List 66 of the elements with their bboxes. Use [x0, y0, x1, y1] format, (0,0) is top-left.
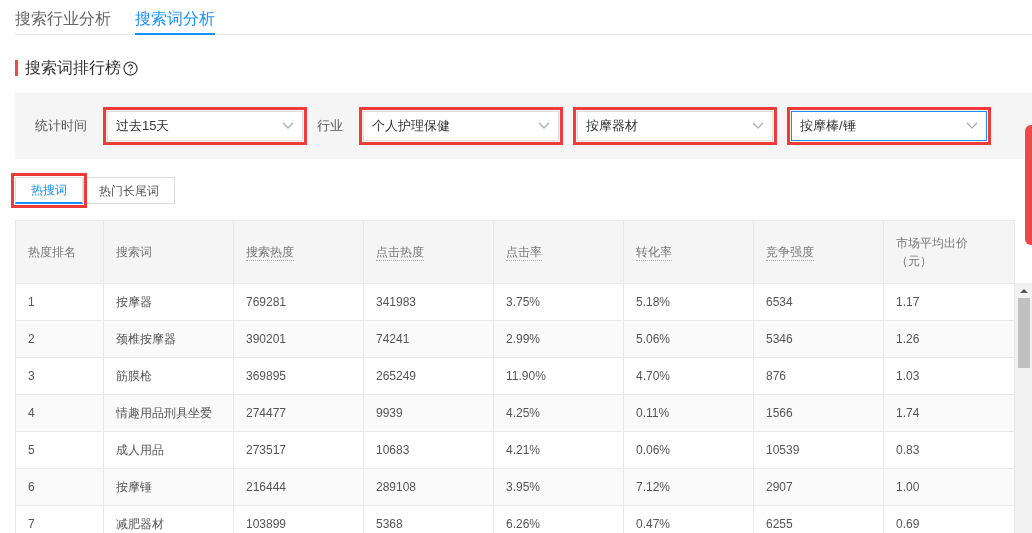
table-cell: 5.06%: [623, 320, 754, 358]
table-cell: 7: [15, 505, 104, 533]
table-cell: 筋膜枪: [103, 357, 234, 395]
table-cell: 1: [15, 283, 104, 321]
column-header: 搜索词: [116, 244, 152, 261]
table-cell: 成人用品: [103, 431, 234, 469]
table-cell: 274477: [233, 394, 364, 432]
table-cell: 6534: [753, 283, 884, 321]
column-header: 市场平均出价（元）: [896, 235, 969, 270]
table-cell: 74241: [363, 320, 494, 358]
table-cell: 按摩器: [103, 283, 234, 321]
table-cell: 1.17: [883, 283, 1015, 321]
column-header: 转化率: [636, 245, 672, 261]
table-cell: 289108: [363, 468, 494, 506]
table-cell: 5: [15, 431, 104, 469]
dropdown-select[interactable]: 过去15天: [107, 111, 303, 141]
table-cell: 1.00: [883, 468, 1015, 506]
table-cell: 2907: [753, 468, 884, 506]
table-cell: 1.03: [883, 357, 1015, 395]
table-cell: 4: [15, 394, 104, 432]
table-cell: 5.18%: [623, 283, 754, 321]
table-cell: 6: [15, 468, 104, 506]
section-title: 搜索词排行榜: [25, 58, 121, 78]
table-cell: 1.26: [883, 320, 1015, 358]
table-cell: 2: [15, 320, 104, 358]
column-header: 热度排名: [28, 244, 76, 261]
column-header: 竞争强度: [766, 245, 814, 261]
table-cell: 3.95%: [493, 468, 624, 506]
table-cell: 265249: [363, 357, 494, 395]
dropdown-select[interactable]: 个人护理保健: [363, 111, 559, 141]
dropdown-select[interactable]: 按摩棒/锤: [791, 111, 987, 141]
table-cell: 0.06%: [623, 431, 754, 469]
table-cell: 390201: [233, 320, 364, 358]
table-cell: 0.11%: [623, 394, 754, 432]
column-header: 点击热度: [376, 245, 424, 261]
table-cell: 769281: [233, 283, 364, 321]
filter-label: 行业: [317, 117, 343, 136]
table-cell: 3.75%: [493, 283, 624, 321]
table-cell: 4.70%: [623, 357, 754, 395]
table-cell: 1566: [753, 394, 884, 432]
table-cell: 5346: [753, 320, 884, 358]
table-cell: 369895: [233, 357, 364, 395]
dropdown-select[interactable]: 按摩器材: [577, 111, 773, 141]
tab[interactable]: 搜索行业分析: [15, 0, 111, 35]
table-cell: 876: [753, 357, 884, 395]
column-header: 点击率: [506, 245, 542, 261]
table-cell: 4.25%: [493, 394, 624, 432]
table-cell: 3: [15, 357, 104, 395]
table-cell: 7.12%: [623, 468, 754, 506]
table-cell: 情趣用品刑具坐爱: [103, 394, 234, 432]
table-cell: 0.83: [883, 431, 1015, 469]
table-cell: 341983: [363, 283, 494, 321]
column-header: 搜索热度: [246, 245, 294, 261]
table-cell: 1.74: [883, 394, 1015, 432]
table-cell: 216444: [233, 468, 364, 506]
table-cell: 10683: [363, 431, 494, 469]
table-cell: 11.90%: [493, 357, 624, 395]
table-cell: 10539: [753, 431, 884, 469]
table-cell: 4.21%: [493, 431, 624, 469]
table-cell: 按摩锤: [103, 468, 234, 506]
table-cell: 2.99%: [493, 320, 624, 358]
filter-label: 统计时间: [35, 117, 87, 136]
segment-tab[interactable]: 热门长尾词: [83, 177, 175, 204]
table-cell: 颈椎按摩器: [103, 320, 234, 358]
table-cell: 9939: [363, 394, 494, 432]
table-cell: 273517: [233, 431, 364, 469]
